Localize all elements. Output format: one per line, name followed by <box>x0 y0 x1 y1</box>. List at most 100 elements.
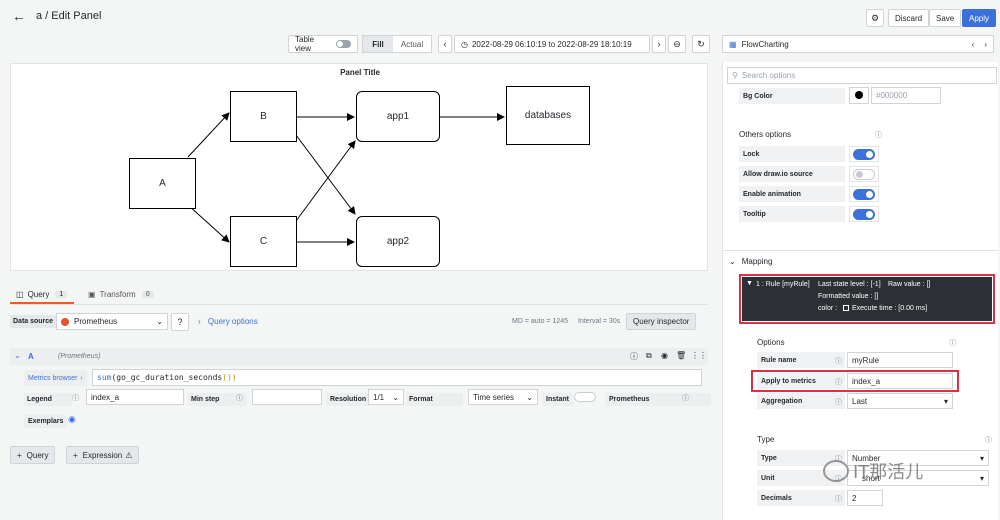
database-icon: ◫ <box>16 289 24 299</box>
datasource-select[interactable]: Prometheus ⌄ <box>56 313 168 330</box>
query-options-link[interactable]: › Query options <box>198 317 258 326</box>
chevron-down-icon: ▼ <box>746 280 753 287</box>
add-query-button[interactable]: + Query <box>10 446 56 464</box>
lock-toggle[interactable] <box>853 149 875 160</box>
chevron-down-icon: ⌄ <box>392 392 399 402</box>
eye-icon[interactable]: ◉ <box>661 351 668 360</box>
mapping-section-header[interactable]: ⌄ Mapping <box>729 257 772 266</box>
expr-close: ()) <box>222 373 237 382</box>
resolution-value: 1/1 <box>373 392 385 402</box>
node-a[interactable]: A <box>129 158 196 209</box>
search-icon: ⚲ <box>732 71 738 80</box>
format-select[interactable]: Time series ⌄ <box>468 389 538 405</box>
bg-color-swatch[interactable] <box>849 87 869 104</box>
trash-icon[interactable]: 🗑 <box>676 351 686 360</box>
fill-button[interactable]: Fill <box>363 36 393 52</box>
help-circle-icon[interactable]: ⓘ <box>630 351 638 362</box>
chevron-left-icon[interactable]: ‹ <box>972 40 975 49</box>
format-value: Time series <box>473 392 515 402</box>
rule-exec: Execute time : [0.00 ms] <box>852 305 928 312</box>
search-options-input[interactable]: ⚲ Search options <box>727 67 997 84</box>
tooltip-label: Tooltip <box>739 206 845 222</box>
time-forward-chevron-icon[interactable]: › <box>652 35 666 53</box>
refresh-icon[interactable]: ↻ <box>692 35 710 53</box>
add-expression-button[interactable]: + Expression ⚠ <box>66 446 140 464</box>
query-options-label: Query options <box>207 317 258 326</box>
drag-handle-icon[interactable]: ⋮⋮ <box>691 351 707 360</box>
visualization-picker[interactable]: ▦ FlowCharting ‹ › <box>722 35 994 53</box>
rule-color-swatch <box>843 305 849 311</box>
collapse-chevron-icon[interactable]: ⌄ <box>14 351 21 360</box>
bg-color-input[interactable]: #000000 <box>871 87 941 104</box>
fill-actual-group: Fill Actual <box>362 35 432 53</box>
chevron-right-icon[interactable]: › <box>984 40 987 49</box>
plugin-name: FlowCharting <box>741 39 789 49</box>
enable-animation-label: Enable animation <box>739 186 845 202</box>
actual-button[interactable]: Actual <box>393 36 431 52</box>
options-pane: ⚲ Search options Bg Color #000000 Others… <box>722 62 999 520</box>
rule-state: Last state level : [-1] <box>818 281 881 288</box>
table-view-label: Table view <box>295 35 315 53</box>
caret-down-icon: ▾ <box>943 396 948 406</box>
rule-summary[interactable]: ▼ 1 : Rule [myRule] Last state level : [… <box>742 277 992 321</box>
settings-gear-icon[interactable]: ⚙ <box>866 9 884 27</box>
table-view-switch[interactable] <box>336 40 351 48</box>
plus-icon: + <box>17 450 22 460</box>
resolution-select[interactable]: 1/1 ⌄ <box>368 389 404 405</box>
metrics-browser-label: Metrics browser <box>28 374 78 382</box>
rule-color: color : <box>818 305 838 312</box>
clock-icon: ◷ <box>461 39 468 49</box>
tab-query-count: 1 <box>55 290 68 298</box>
tab-query-label: Query <box>27 289 50 299</box>
wechat-logo-icon <box>823 460 849 482</box>
aggregation-select[interactable]: Last ▾ <box>847 393 953 409</box>
query-a-name[interactable]: A <box>28 352 34 361</box>
resolution-label: Resolution <box>326 393 371 406</box>
instant-switch[interactable] <box>574 392 596 402</box>
metrics-browser-button[interactable]: Metrics browser › <box>24 370 87 386</box>
add-expression-label: Expression <box>82 450 123 460</box>
decimals-input[interactable]: 2 <box>847 490 883 506</box>
save-button[interactable]: Save <box>929 9 962 27</box>
allow-drawio-toggle[interactable] <box>853 169 875 180</box>
enable-animation-toggle[interactable] <box>853 189 875 200</box>
node-app1[interactable]: app1 <box>356 91 440 142</box>
watermark-text: IT那活儿 <box>853 462 924 483</box>
legend-input[interactable]: index_a <box>86 389 184 405</box>
add-query-label: Query <box>26 450 49 460</box>
caret-down-icon: ▾ <box>979 453 984 463</box>
node-app2[interactable]: app2 <box>356 216 440 267</box>
rule-name-input[interactable]: myRule <box>847 352 953 368</box>
rule-name-label: Rule name <box>757 352 845 368</box>
query-expression-input[interactable]: sum(go_gc_duration_seconds()) <box>92 369 702 386</box>
apply-metrics-input[interactable]: index_a <box>847 373 953 389</box>
back-arrow-icon[interactable]: ← <box>12 8 26 24</box>
tab-transform[interactable]: ▣ Transform 0 <box>88 287 154 301</box>
lock-label: Lock <box>739 146 845 162</box>
tooltip-toggle[interactable] <box>853 209 875 220</box>
zoom-out-icon[interactable]: ⊖ <box>668 35 686 53</box>
duplicate-icon[interactable]: ⧉ <box>646 351 652 361</box>
time-range-picker[interactable]: ◷ 2022-08-29 06:10:19 to 2022-08-29 18:1… <box>454 35 650 53</box>
exemplars-eye-icon[interactable]: ◉ <box>68 414 76 425</box>
expr-fn: sum <box>97 373 112 382</box>
time-back-chevron-icon[interactable]: ‹ <box>438 35 452 53</box>
node-databases[interactable]: databases <box>506 86 590 145</box>
node-c[interactable]: C <box>230 216 297 267</box>
prometheus-type-label: Prometheus <box>606 393 712 406</box>
tab-query[interactable]: ◫ Query 1 <box>16 287 68 301</box>
search-placeholder: Search options <box>741 71 796 80</box>
table-view-toggle[interactable]: Table view <box>288 35 358 53</box>
transform-icon: ▣ <box>88 289 96 299</box>
chevron-down-icon: ⌄ <box>156 317 163 326</box>
bg-color-label: Bg Color <box>739 88 845 104</box>
node-b[interactable]: B <box>230 91 297 142</box>
section-divider <box>723 250 999 251</box>
chevron-right-icon: › <box>80 374 83 382</box>
query-inspector-button[interactable]: Query inspector <box>626 313 697 330</box>
min-step-input[interactable] <box>252 389 322 405</box>
help-icon[interactable]: ? <box>171 313 189 331</box>
query-a-header: ⌄ A (Prometheus) ⓘ ⧉ ◉ 🗑 ⋮⋮ <box>10 348 708 365</box>
discard-button[interactable]: Discard <box>888 9 930 27</box>
apply-button[interactable]: Apply <box>962 9 997 27</box>
